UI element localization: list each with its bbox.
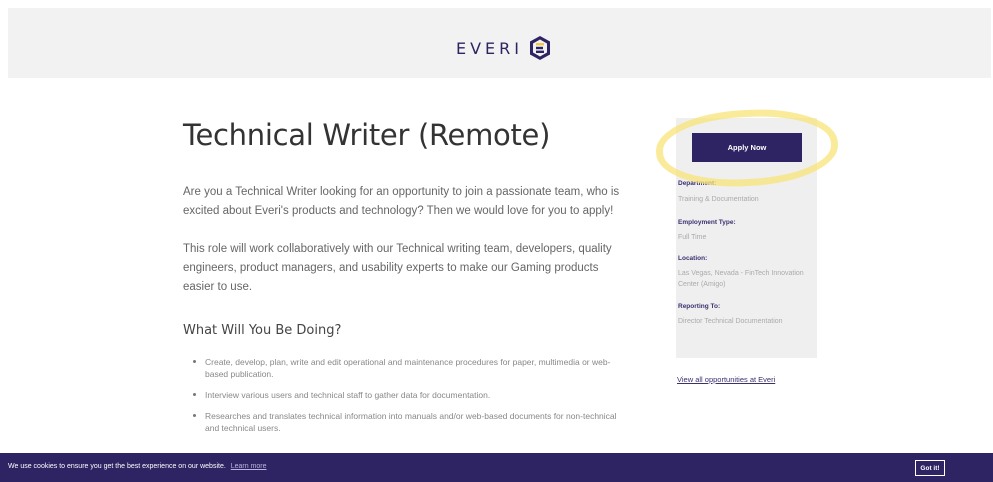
cookie-banner: We use cookies to ensure you get the bes… [0, 453, 993, 482]
section-title: What Will You Be Doing? [183, 323, 342, 338]
employment-type-label: Employment Type: [678, 219, 736, 226]
intro-paragraph-2: This role will work collaboratively with… [183, 243, 612, 293]
list-item: Interview various users and technical st… [183, 389, 623, 401]
department-value: Training & Documentation [678, 196, 759, 203]
site-header: EVERI [8, 8, 991, 78]
location-value: Las Vegas, Nevada - FinTech Innovation C… [678, 270, 804, 288]
location-label: Location: [678, 255, 708, 262]
cookie-message: We use cookies to ensure you get the bes… [8, 463, 267, 470]
logo-text: EVERI [456, 38, 523, 58]
responsibility-list: Create, develop, plan, write and edit op… [183, 356, 623, 443]
everi-logo[interactable]: EVERI [456, 35, 551, 61]
reporting-to-label: Reporting To: [678, 303, 721, 310]
view-all-opportunities-link[interactable]: View all opportunities at Everi [677, 375, 775, 384]
cookie-message-text: We use cookies to ensure you get the bes… [8, 463, 226, 470]
intro-paragraph-1: Are you a Technical Writer looking for a… [183, 186, 620, 217]
department-label: Department: [678, 180, 717, 187]
job-details-sidebar: Apply Now Department: Training & Documen… [676, 118, 817, 358]
list-item: Create, develop, plan, write and edit op… [183, 356, 623, 380]
list-item: Researches and translates technical info… [183, 410, 623, 434]
employment-type-value: Full Time [678, 234, 707, 241]
learn-more-link[interactable]: Learn more [231, 463, 267, 470]
got-it-button[interactable]: Got it! [915, 460, 945, 476]
everi-logo-icon [530, 36, 550, 60]
page-title: Technical Writer (Remote) [183, 118, 551, 152]
reporting-to-value: Director Technical Documentation [678, 318, 783, 325]
apply-now-button[interactable]: Apply Now [692, 133, 802, 162]
